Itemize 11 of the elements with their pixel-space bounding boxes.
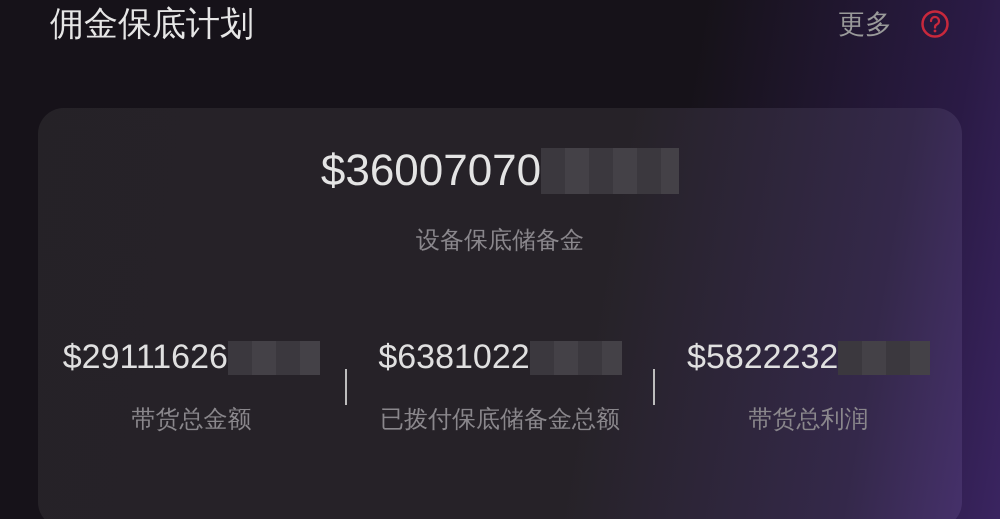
reserve-label: 设备保底储备金 xyxy=(416,225,584,256)
stat-label: 已拨付保底储备金总额 xyxy=(380,404,620,435)
stat-label: 带货总金额 xyxy=(131,404,252,435)
stat-amount: $6381022 xyxy=(378,338,530,377)
stat-amount: $5822232 xyxy=(687,338,838,377)
more-link[interactable]: 更多 xyxy=(838,6,892,42)
reserve-amount: $36007070 xyxy=(320,146,542,196)
stat-amount: $29111626 xyxy=(62,338,228,377)
stat-label: 带货总利润 xyxy=(748,404,869,435)
section-title: 佣金保底计划 xyxy=(50,3,254,46)
help-icon[interactable] xyxy=(920,9,950,39)
